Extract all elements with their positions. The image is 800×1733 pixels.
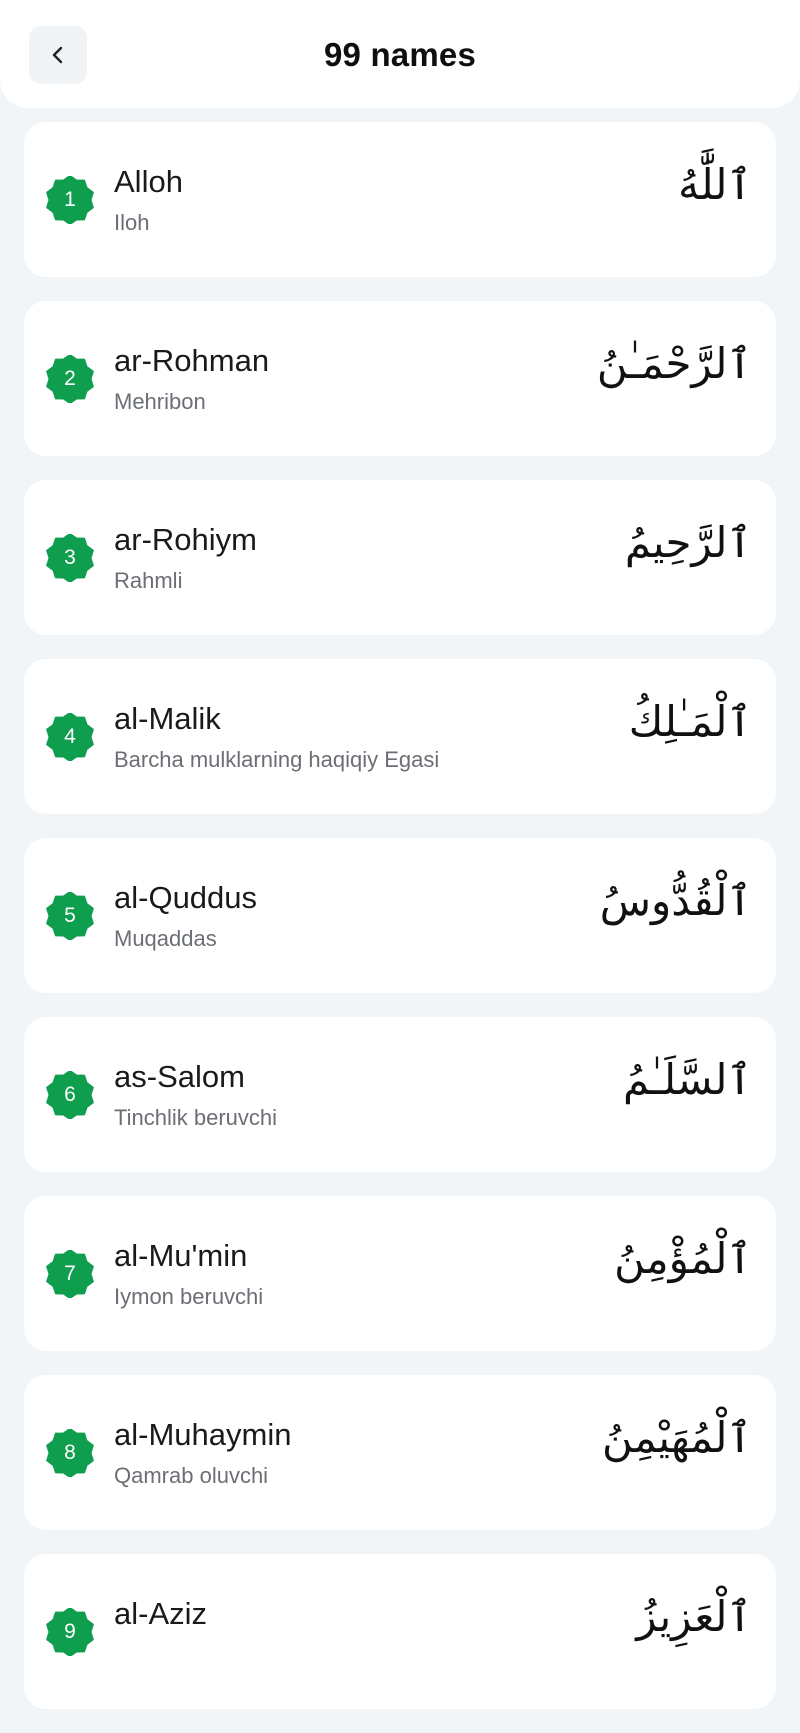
name-transliteration: as-Salom xyxy=(114,1059,245,1094)
name-transliteration: al-Aziz xyxy=(114,1596,208,1631)
name-transliteration: al-Malik xyxy=(114,701,221,736)
name-number: 2 xyxy=(64,367,76,390)
name-arabic: ٱلرَّحْمَـٰنُ xyxy=(596,339,752,388)
name-meaning: Tinchlik beruvchi xyxy=(114,1105,278,1130)
name-arabic: ٱلسَّلَـٰمُ xyxy=(622,1055,752,1104)
name-transliteration: al-Muhaymin xyxy=(114,1417,292,1452)
names-list: 1 Alloh Iloh ٱللَّٰهُ 2 ar-Rohman Mehrib… xyxy=(24,122,776,1733)
number-badge: 6 xyxy=(46,1071,94,1119)
name-meaning: Mehribon xyxy=(114,389,206,414)
name-arabic: ٱلْمُهَيْمِنُ xyxy=(602,1413,752,1462)
name-number: 3 xyxy=(64,546,76,569)
list-item[interactable]: 8 al-Muhaymin Qamrab oluvchi ٱلْمُهَيْمِ… xyxy=(24,1375,776,1530)
name-transliteration: ar-Rohman xyxy=(114,343,270,378)
number-badge: 3 xyxy=(46,534,94,582)
number-badge: 4 xyxy=(46,713,94,761)
name-arabic: ٱلْقُدُّوسُ xyxy=(599,876,752,925)
list-item[interactable]: 5 al-Quddus Muqaddas ٱلْقُدُّوسُ xyxy=(24,838,776,993)
name-meaning: Muqaddas xyxy=(114,926,217,951)
name-number: 8 xyxy=(64,1441,76,1464)
name-transliteration: al-Quddus xyxy=(114,880,258,915)
name-arabic: ٱللَّٰهُ xyxy=(678,160,752,209)
name-meaning: Iymon beruvchi xyxy=(114,1284,264,1309)
name-transliteration: Alloh xyxy=(114,164,183,199)
name-arabic: ٱلرَّحِيمُ xyxy=(624,518,752,567)
name-transliteration: ar-Rohiym xyxy=(114,522,257,557)
name-transliteration: al-Mu'min xyxy=(114,1238,248,1273)
name-meaning: Iloh xyxy=(114,210,150,235)
app-header: 99 names xyxy=(0,0,800,108)
list-item[interactable]: 4 al-Malik Barcha mulklarning haqiqiy Eg… xyxy=(24,659,776,814)
name-number: 7 xyxy=(64,1262,76,1285)
page-title: 99 names xyxy=(323,36,477,73)
list-item[interactable]: 3 ar-Rohiym Rahmli ٱلرَّحِيمُ xyxy=(24,480,776,635)
name-arabic: ٱلْمُؤْمِنُ xyxy=(614,1234,752,1283)
list-item[interactable]: 6 as-Salom Tinchlik beruvchi ٱلسَّلَـٰمُ xyxy=(24,1017,776,1172)
name-number: 5 xyxy=(64,904,76,927)
list-item[interactable]: 2 ar-Rohman Mehribon ٱلرَّحْمَـٰنُ xyxy=(24,301,776,456)
number-badge: 8 xyxy=(46,1429,94,1477)
list-item[interactable]: 1 Alloh Iloh ٱللَّٰهُ xyxy=(24,122,776,277)
name-meaning: Qamrab oluvchi xyxy=(114,1463,269,1488)
name-meaning: Barcha mulklarning haqiqiy Egasi xyxy=(114,747,440,772)
name-meaning: Rahmli xyxy=(114,568,183,593)
name-arabic: ٱلْمَـٰلِكُ xyxy=(628,697,752,746)
number-badge: 2 xyxy=(46,355,94,403)
name-number: 4 xyxy=(64,725,76,748)
number-badge: 5 xyxy=(46,892,94,940)
number-badge: 7 xyxy=(46,1250,94,1298)
number-badge: 1 xyxy=(46,176,94,224)
name-number: 9 xyxy=(64,1620,76,1643)
name-number: 1 xyxy=(64,188,76,211)
number-badge: 9 xyxy=(46,1608,94,1656)
name-number: 6 xyxy=(64,1083,76,1106)
list-item[interactable]: 9 al-Aziz ٱلْعَزِيزُ xyxy=(24,1554,776,1709)
list-item[interactable]: 7 al-Mu'min Iymon beruvchi ٱلْمُؤْمِنُ xyxy=(24,1196,776,1351)
name-arabic: ٱلْعَزِيزُ xyxy=(636,1592,752,1641)
